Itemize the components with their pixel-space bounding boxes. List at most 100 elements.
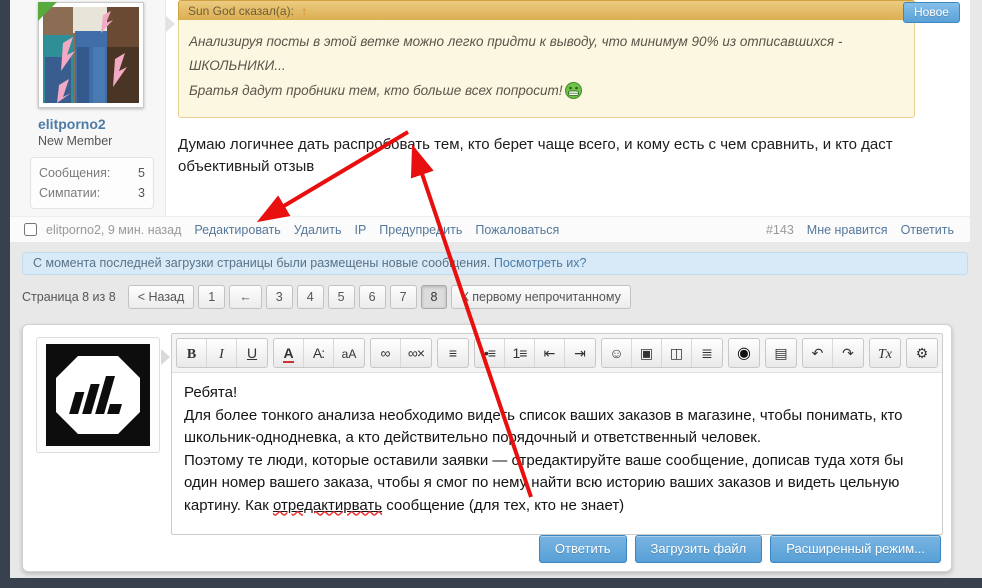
editor-pointer [161, 349, 170, 365]
user-stats: Сообщения: 5 Симпатии: 3 [30, 157, 154, 209]
username-link[interactable]: elitporno2 [38, 116, 106, 132]
page-button-2[interactable]: 1 [198, 285, 225, 309]
editor-text: сообщение (для тех, кто не знает) [382, 497, 624, 514]
toolbar-group: ▤ [765, 338, 797, 368]
advanced-mode-button[interactable]: Расширенный режим... [770, 535, 941, 563]
quote-line: Анализируя посты в этой ветке можно легк… [189, 34, 842, 73]
insert-link-icon[interactable]: ∞ [371, 339, 401, 367]
reply-button[interactable]: Ответить [539, 535, 627, 563]
toolbar-group: ⚙ [906, 338, 938, 368]
quote-attribution: Sun God сказал(а): [188, 4, 294, 18]
page-indicator: Страница 8 из 8 [22, 290, 116, 304]
post-actions: Мне нравится Ответить [794, 223, 954, 237]
forum-page: elitporno2 New Member Сообщения: 5 Симпа… [0, 0, 982, 588]
moderation-link-2[interactable]: Удалить [294, 223, 342, 237]
pl-logo [46, 344, 150, 446]
post-main: Sun God сказал(а): ↑ Анализируя посты в … [168, 0, 968, 177]
page-button-7[interactable]: 6 [359, 285, 386, 309]
upload-file-button[interactable]: Загрузить файл [635, 535, 763, 563]
quote-body: Анализируя посты в этой ветке можно легк… [178, 20, 915, 118]
insert-quote-icon[interactable]: ≣ [692, 339, 722, 367]
moderation-link-4[interactable]: Предупредить [379, 223, 462, 237]
stat-likes: Симпатии: 3 [39, 183, 145, 203]
page-button-5[interactable]: 4 [297, 285, 324, 309]
new-posts-button[interactable]: Новое [903, 2, 960, 23]
quote-header[interactable]: Sun God сказал(а): ↑ [178, 0, 915, 20]
misspelled-link-word[interactable]: отредактирвать [273, 497, 382, 514]
editor-paragraph: Поэтому те люди, которые оставили заявки… [184, 450, 930, 518]
stat-value: 5 [138, 163, 145, 183]
post-body-text: Думаю логичнее дать распробовать тем, кт… [178, 134, 953, 178]
select-post-checkbox[interactable] [24, 223, 37, 236]
screenshot-icon[interactable]: ◉ [729, 339, 759, 367]
indent-icon[interactable]: ⇥ [565, 339, 595, 367]
new-messages-notice: С момента последней загрузки страницы бы… [22, 252, 968, 275]
forum-post: elitporno2 New Member Сообщения: 5 Симпа… [10, 0, 970, 242]
page-button-current[interactable]: 8 [421, 285, 448, 309]
bold-icon[interactable]: B [177, 339, 207, 367]
post-footer-right: #143 Мне нравится Ответить [766, 223, 954, 237]
insert-media-icon[interactable]: ◫ [662, 339, 692, 367]
unlink-icon[interactable]: ∞× [401, 339, 431, 367]
toolbar-group: ↶↷ [802, 338, 864, 368]
page-button-10[interactable]: К первому непрочитанному [451, 285, 630, 309]
font-family-icon[interactable]: aA [334, 339, 364, 367]
notice-text: С момента последней загрузки страницы бы… [33, 256, 490, 270]
bbcode-editor-icon[interactable]: ⚙ [907, 339, 937, 367]
toolbar-group: ☺▣◫≣ [601, 338, 723, 368]
stat-label: Симпатии: [39, 183, 100, 203]
toolbar-group: ◉ [728, 338, 760, 368]
editor-region: BIUAA:aA∞∞×≡•≡1≡⇤⇥☺▣◫≣◉▤↶↷Tx⚙ Ребята! Дл… [171, 333, 943, 535]
moderation-link-3[interactable]: IP [354, 223, 366, 237]
stat-messages: Сообщения: 5 [39, 163, 145, 183]
user-title: New Member [38, 134, 112, 148]
pagination: Страница 8 из 8 < Назад1←345678К первому… [22, 284, 635, 310]
editor-paragraph: Ребята! [184, 382, 930, 405]
smilies-icon[interactable]: ☺ [602, 339, 632, 367]
stat-value: 3 [138, 183, 145, 203]
bullet-list-icon[interactable]: •≡ [475, 339, 505, 367]
undo-icon[interactable]: ↶ [803, 339, 833, 367]
stat-label: Сообщения: [39, 163, 110, 183]
toolbar-group: BIU [176, 338, 268, 368]
page-button-6[interactable]: 5 [328, 285, 355, 309]
numbered-list-icon[interactable]: 1≡ [505, 339, 535, 367]
content-area: elitporno2 New Member Сообщения: 5 Симпа… [10, 0, 982, 578]
post-user-panel: elitporno2 New Member Сообщения: 5 Симпа… [10, 0, 166, 216]
text-color-icon[interactable]: A [274, 339, 304, 367]
quick-reply-editor: BIUAA:aA∞∞×≡•≡1≡⇤⇥☺▣◫≣◉▤↶↷Tx⚙ Ребята! Дл… [22, 324, 952, 572]
page-button-1[interactable]: < Назад [128, 285, 195, 309]
view-new-messages-link[interactable]: Посмотреть их? [494, 256, 587, 270]
moderation-link-5[interactable]: Пожаловаться [475, 223, 559, 237]
moderation-links: Редактировать Удалить IP Предупредить Пожало… [181, 223, 559, 237]
font-size-icon[interactable]: A: [304, 339, 334, 367]
editor-paragraph: Для более тонкого анализа необходимо вид… [184, 405, 930, 450]
outdent-icon[interactable]: ⇤ [535, 339, 565, 367]
reply-user-avatar[interactable] [36, 337, 160, 453]
post-permalink[interactable]: #143 [766, 223, 794, 237]
editor-toolbar: BIUAA:aA∞∞×≡•≡1≡⇤⇥☺▣◫≣◉▤↶↷Tx⚙ [172, 334, 942, 373]
user-avatar[interactable] [38, 2, 144, 108]
reply-editor-textarea[interactable]: Ребята! Для более тонкого анализа необхо… [172, 373, 942, 535]
redo-icon[interactable]: ↷ [833, 339, 863, 367]
toolbar-group: •≡1≡⇤⇥ [474, 338, 596, 368]
post-action-link-1[interactable]: Мне нравится [807, 223, 888, 237]
italic-icon[interactable]: I [207, 339, 237, 367]
text-align-icon[interactable]: ≡ [438, 339, 468, 367]
post-meta: elitporno2, 9 мин. назад [46, 223, 181, 237]
page-button-4[interactable]: 3 [266, 285, 293, 309]
quote-line: Братья дадут пробники тем, кто больше вс… [189, 83, 563, 98]
quote-block: Sun God сказал(а): ↑ Анализируя посты в … [178, 0, 915, 118]
page-button-3[interactable]: ← [229, 285, 262, 309]
remove-formatting-icon[interactable]: Tx [870, 339, 900, 367]
goto-quoted-post-arrow[interactable]: ↑ [301, 4, 307, 18]
post-footer: elitporno2, 9 мин. назад Редактировать Уд… [10, 216, 970, 242]
grin-smiley-icon [565, 82, 582, 99]
moderation-link-1[interactable]: Редактировать [194, 223, 280, 237]
save-draft-icon[interactable]: ▤ [766, 339, 796, 367]
underline-icon[interactable]: U [237, 339, 267, 367]
page-button-8[interactable]: 7 [390, 285, 417, 309]
toolbar-group: ∞∞× [370, 338, 432, 368]
insert-image-icon[interactable]: ▣ [632, 339, 662, 367]
post-action-link-2[interactable]: Ответить [901, 223, 954, 237]
